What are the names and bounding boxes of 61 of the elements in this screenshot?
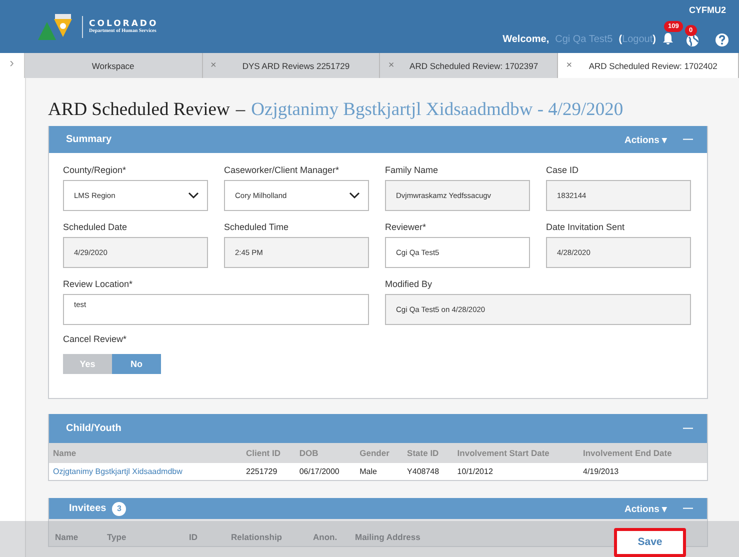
field-label: Review Location* [63,279,134,289]
table-cell: Y408748 [403,463,454,480]
logout-link[interactable]: Logout [622,34,653,45]
table-cell: 2251729 [242,463,296,480]
field-label: Scheduled Time [224,222,290,232]
field-label: Scheduled Date [63,222,128,232]
paren-text: ( [618,34,622,45]
column-header: Name [49,519,101,546]
chevron-down-icon[interactable] [188,192,199,199]
field-label: County/Region* [63,165,128,175]
sidebar-toggle[interactable]: › [0,53,25,78]
field-label: Cancel Review* [63,334,128,344]
column-header: ID [183,519,225,546]
help-icon[interactable] [715,33,729,47]
actions-menu[interactable]: Actions ▾ [624,134,667,146]
table-cell: 4/19/2013 [579,463,707,480]
column-header: Name [49,443,242,463]
bell-icon[interactable] [662,32,674,45]
field-label: Reviewer* [385,222,428,232]
column-header: Gender [356,443,404,463]
save-button[interactable]: Save [614,528,686,556]
user-link[interactable]: Cgi Qa Test5 [555,34,613,45]
dash-text: – [236,100,246,121]
column-header: DOB [295,443,356,463]
panel-title: Invitees [69,503,106,514]
page-title: ARD Scheduled Review [48,100,230,121]
column-header: Anon. [307,519,349,546]
collapse-icon[interactable]: — [683,503,693,514]
table-cell: Male [356,463,404,480]
close-tab-icon[interactable]: × [388,60,398,71]
table-cell: 06/17/2000 [295,463,356,480]
column-header: Involvement End Date [579,443,707,463]
collapse-icon[interactable]: — [683,134,693,145]
chevron-down-icon[interactable] [349,192,360,199]
welcome-label: Welcome, [502,34,550,45]
column-header: Relationship [225,519,307,546]
tab[interactable]: × ARD Scheduled Review: 1702402 [558,53,739,78]
count-badge: 3 [112,502,126,516]
paren-text: ) [652,34,656,45]
collapse-icon[interactable]: — [683,423,693,434]
panel-title: Child/Youth [66,423,122,434]
field-label: Case ID [546,165,580,175]
column-header: Type [101,519,183,546]
column-header: Involvement Start Date [453,443,579,463]
panel-title: Summary [66,134,112,145]
close-tab-icon[interactable]: × [566,60,576,71]
column-header: Client ID [242,443,296,463]
toggle-option[interactable]: Yes [63,354,112,374]
field-label: Date Invitation Sent [546,222,626,232]
toggle-option[interactable]: No [112,354,161,374]
column-header: State ID [403,443,454,463]
user-code: CYFMU2 [688,5,726,15]
client-link[interactable]: Ozjgtanimy Bgstkjartjl Xidsaadmdbw [53,467,182,476]
close-tab-icon[interactable]: × [210,60,221,71]
table-cell: 10/1/2012 [453,463,579,480]
organization-name: COLORADO [89,19,158,29]
field-label: Family Name [385,165,440,175]
field-label: Modified By [385,279,434,289]
page-subtitle: Ozjgtanimy Bgstkjartjl Xidsaadmdbw - 4/29/2020 [251,100,624,121]
field-label: Caseworker/Client Manager* [224,165,340,175]
actions-menu[interactable]: Actions ▾ [624,502,667,514]
